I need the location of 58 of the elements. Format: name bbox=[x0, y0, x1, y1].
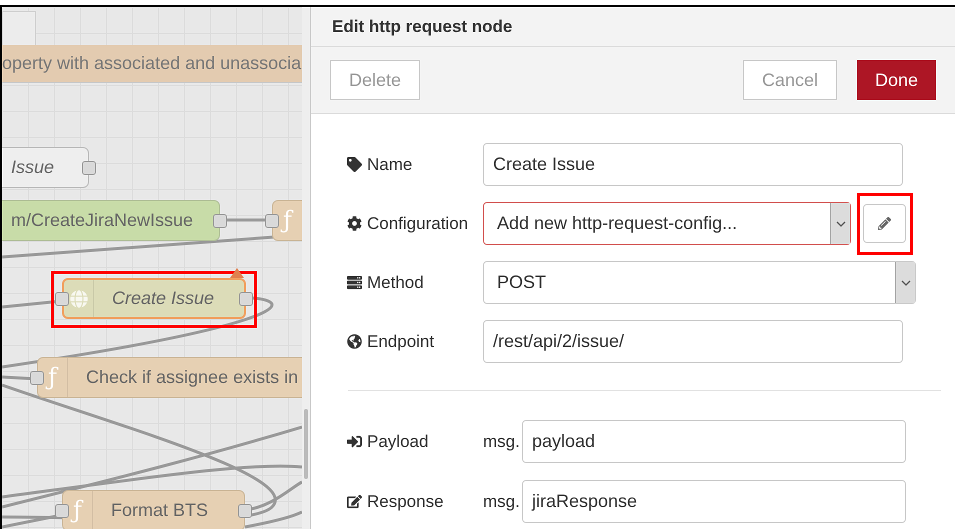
port[interactable] bbox=[213, 214, 227, 228]
function-icon: ƒ bbox=[280, 204, 295, 236]
flow-node[interactable]: Create Issue bbox=[62, 278, 246, 319]
dropdown-field[interactable]: POST bbox=[483, 261, 916, 304]
toolbar-button[interactable]: Delete bbox=[330, 60, 420, 100]
toolbar-button[interactable]: Cancel bbox=[742, 60, 837, 100]
pencil-icon bbox=[878, 217, 891, 230]
msg-prefix: msg. bbox=[483, 490, 521, 513]
dropdown-value: POST bbox=[497, 271, 546, 294]
scrollbar-thumb[interactable] bbox=[304, 409, 308, 479]
text-field[interactable]: payload bbox=[522, 420, 906, 463]
comment-text: operty with associated and unassocia bbox=[2, 52, 302, 75]
node-label: Format BTS bbox=[110, 499, 210, 522]
dropdown-caret[interactable] bbox=[830, 203, 850, 244]
globe-icon bbox=[70, 290, 88, 308]
text-field[interactable]: /rest/api/2/issue/ bbox=[483, 320, 903, 363]
edit-icon bbox=[347, 494, 362, 509]
port[interactable] bbox=[55, 504, 69, 518]
field-label: Method bbox=[367, 272, 424, 294]
dropdown-value: Add new http-request-config... bbox=[497, 212, 738, 235]
field-label: Endpoint bbox=[367, 330, 434, 353]
port[interactable] bbox=[55, 292, 69, 306]
text-field[interactable]: jiraResponse bbox=[522, 480, 906, 523]
field-label: Name bbox=[367, 154, 412, 176]
flow-node[interactable]: ƒ Check if assignee exists in bbox=[37, 357, 302, 398]
editor-title: Edit http request node bbox=[332, 16, 512, 38]
globe-icon bbox=[347, 334, 362, 349]
node-label: Check if assignee exists in bbox=[85, 366, 300, 389]
function-icon: ƒ bbox=[70, 494, 85, 526]
field-label: Response bbox=[367, 490, 444, 513]
list-icon bbox=[347, 275, 362, 290]
port[interactable] bbox=[82, 160, 96, 174]
tag-icon bbox=[347, 157, 362, 172]
gear-icon bbox=[347, 216, 362, 231]
flow-node[interactable]: m/CreateJiraNewIssue bbox=[2, 200, 220, 241]
msg-prefix: msg. bbox=[483, 430, 521, 453]
edit-button[interactable] bbox=[863, 204, 906, 243]
port[interactable] bbox=[265, 214, 279, 228]
workspace-tab[interactable] bbox=[2, 11, 36, 45]
dropdown-caret[interactable] bbox=[895, 262, 915, 303]
port[interactable] bbox=[239, 292, 253, 306]
text-field[interactable]: Create Issue bbox=[483, 143, 903, 186]
dropdown-field[interactable]: Add new http-request-config... bbox=[483, 202, 851, 245]
node-label: Create Issue bbox=[111, 287, 216, 310]
function-icon: ƒ bbox=[45, 362, 60, 394]
node-label: Issue bbox=[10, 156, 56, 179]
chevron-down-icon bbox=[836, 220, 846, 226]
port[interactable] bbox=[30, 370, 44, 384]
field-label: Configuration bbox=[367, 212, 468, 235]
chevron-down-icon bbox=[900, 280, 910, 286]
port[interactable] bbox=[238, 504, 252, 518]
flow-node[interactable]: ƒ Format BTS bbox=[62, 490, 245, 529]
sign-in-icon bbox=[347, 434, 362, 449]
node-label: m/CreateJiraNewIssue bbox=[10, 209, 194, 232]
flow-node[interactable]: Issue bbox=[2, 147, 89, 188]
comment-node[interactable]: operty with associated and unassocia bbox=[2, 45, 302, 83]
toolbar-button[interactable]: Done bbox=[856, 60, 936, 100]
field-label: Payload bbox=[367, 430, 428, 453]
